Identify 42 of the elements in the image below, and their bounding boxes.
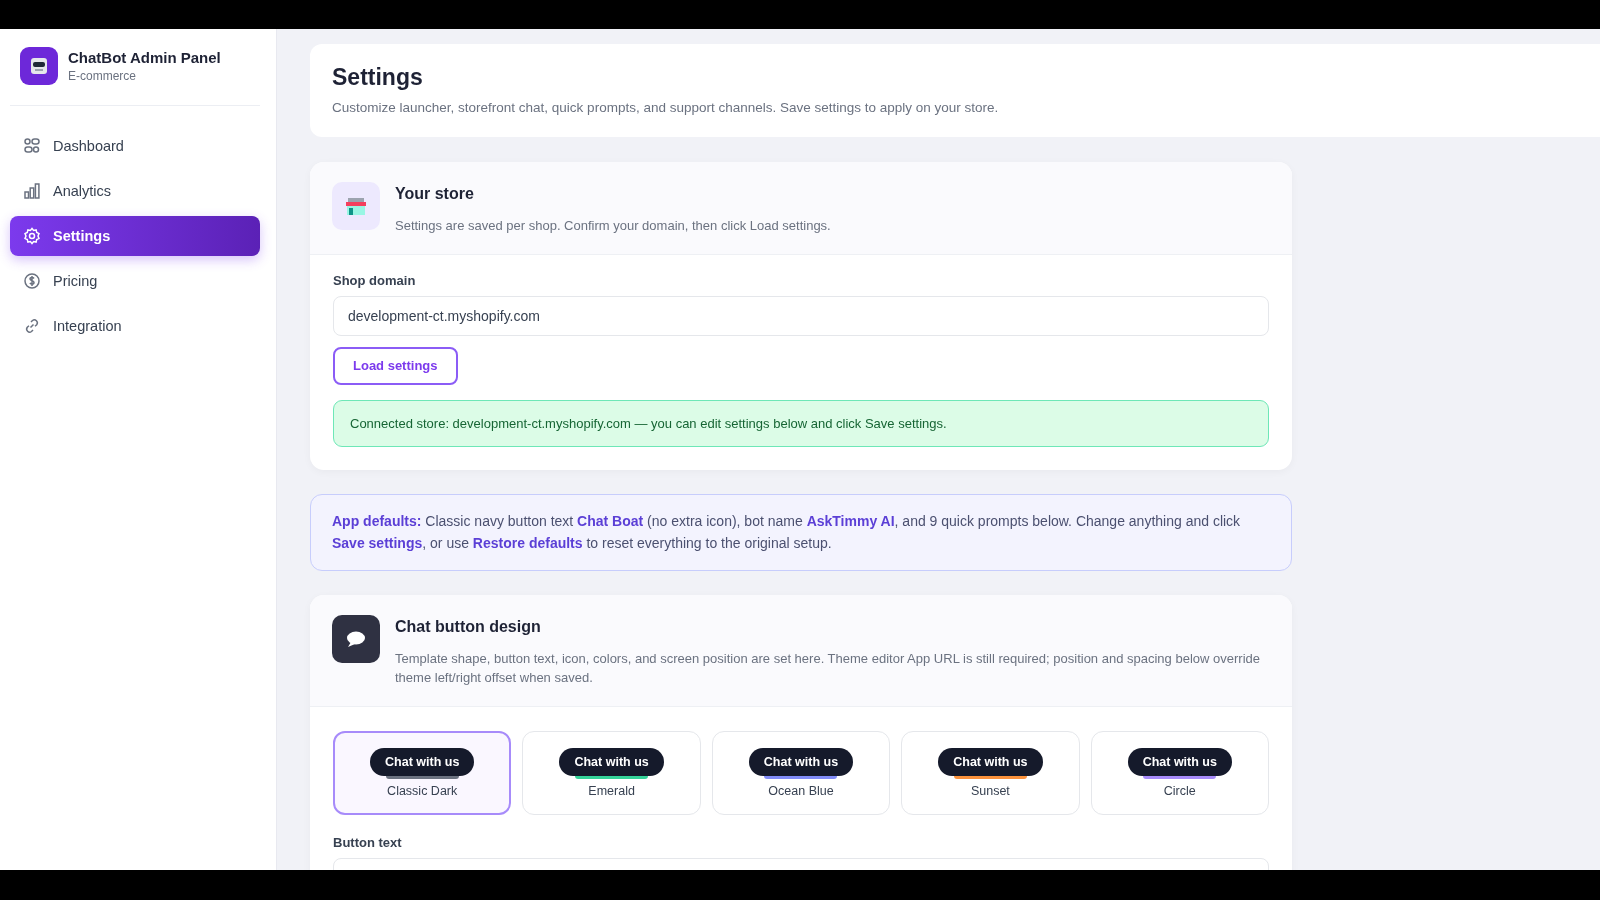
chat-button-preview: Chat with us [1127,747,1232,776]
chat-button-preview: Chat with us [559,747,664,776]
chat-button-preview: Chat with us [938,747,1043,776]
template-option[interactable]: Chat with us Ocean Blue [711,730,891,815]
connected-notice: Connected store: development-ct.myshopify.com — you can edit settings below and click Save settings. [333,399,1269,447]
template-option[interactable]: Chat with us Sunset [901,730,1080,815]
defaults-note: App defaults: Classic navy button text Chat Boat (no extra icon), bot name AskTimmy AI, and 9 quick prompts below. Change anything and click Save settings, or use Restore defaults to reset everything to the original setup. [310,493,1292,572]
card-description: Settings are saved per shop. Confirm your domain, then click Load settings. [395,217,831,235]
card-title: Your store [395,185,475,203]
template-name: Classic Dark [387,783,458,798]
nav-item[interactable]: Integration [10,306,260,346]
grid-icon [23,137,41,155]
link-icon [23,317,41,335]
template-option[interactable]: Chat with us Circle [1090,730,1269,815]
template-name: Emerald [588,783,635,798]
chat-button-preview: Chat with us [370,747,475,776]
chat-button-preview: Chat with us [748,747,854,776]
chat-bubble-icon [332,615,380,664]
load-settings-button[interactable]: Load settings [333,346,458,385]
storefront-icon [332,182,380,230]
robot-logo-icon [20,47,58,85]
settings-icon [23,227,41,245]
nav-item[interactable]: Pricing [10,261,260,301]
domain-input-field[interactable]: development-ct.myshopify.com [333,295,1269,336]
app-subtitle: E-commerce [68,69,137,83]
page-title: Settings [332,64,424,91]
page-subtitle: Customize launcher, storefront chat, quick prompts, and support channels. Save settings to apply on your store. [332,100,1000,115]
field-label: Button text [333,834,402,850]
app-title: ChatBot Admin Panel [68,49,221,66]
card-title: Chat button design [395,618,542,637]
dollar-icon [23,272,41,290]
field-label: Shop domain [333,272,416,288]
template-name: Sunset [970,783,1010,798]
nav-item[interactable]: Dashboard [10,126,260,166]
nav-item[interactable]: Settings [10,216,260,256]
template-option[interactable]: Chat with us Classic Dark [333,730,512,815]
template-name: Circle [1163,783,1196,798]
template-name: Ocean Blue [768,783,834,798]
nav-item[interactable]: Analytics [10,171,260,211]
card-description: Template shape, button text, icon, colors, and screen position are set here. Theme editor App URL is still required; position and spacing below override theme left/right offset when saved. [395,650,1261,688]
bar-chart-icon [23,182,41,200]
template-option[interactable]: Chat with us Emerald [522,730,701,815]
